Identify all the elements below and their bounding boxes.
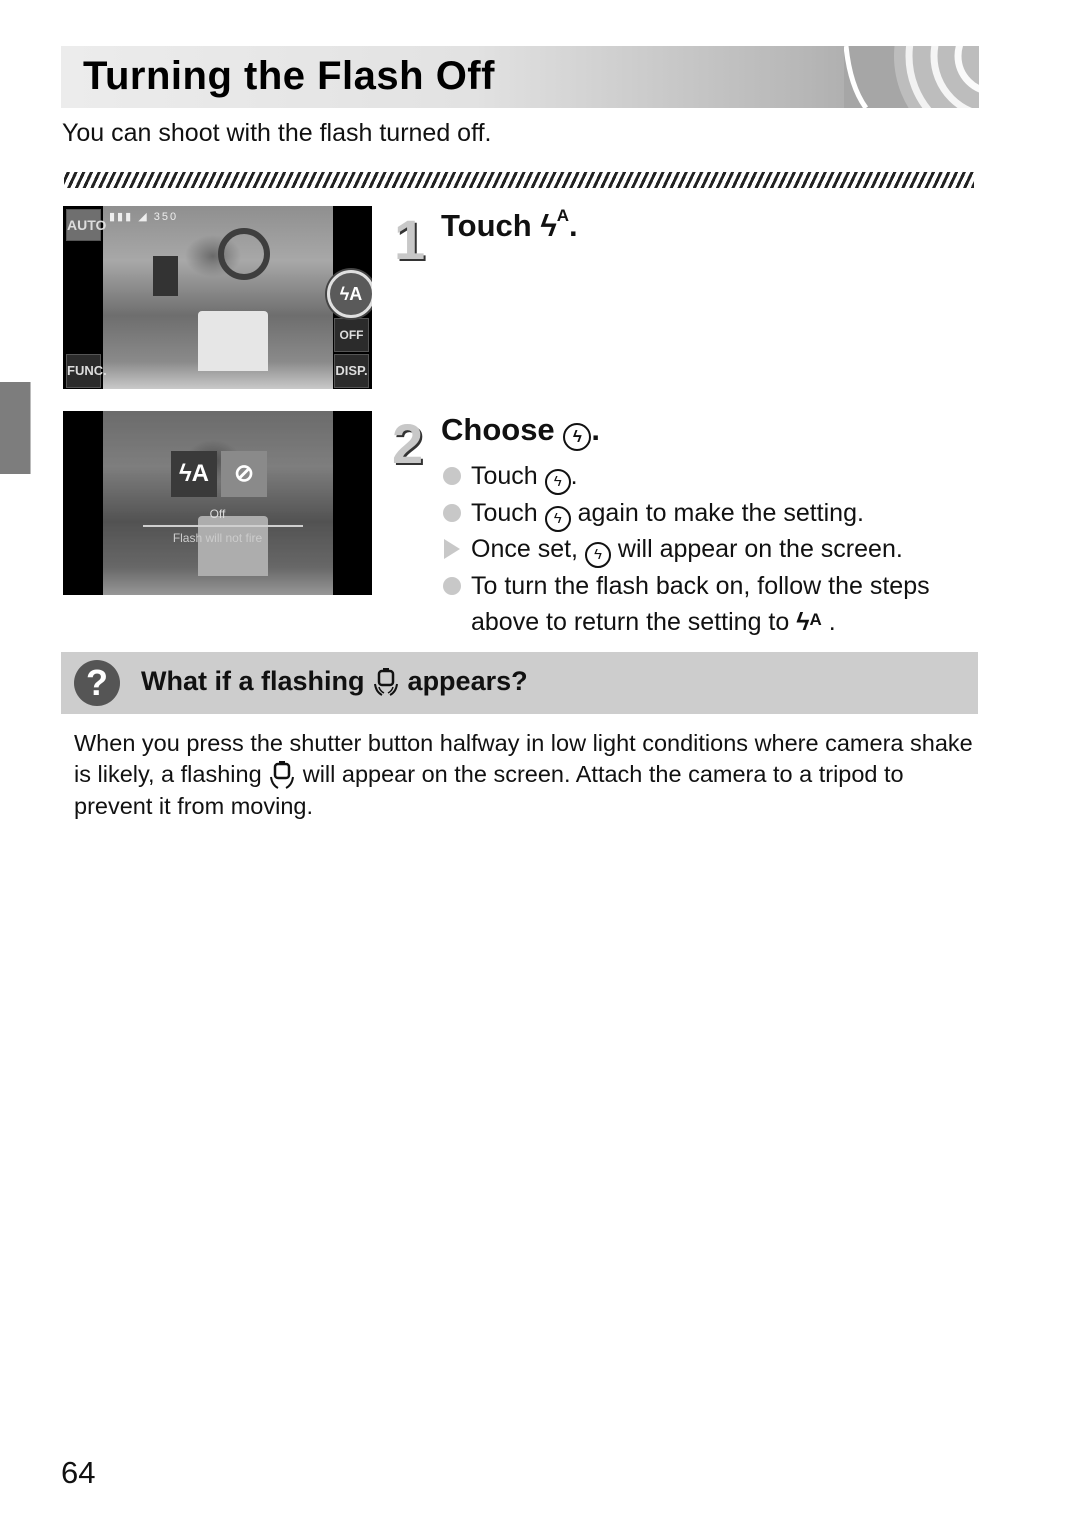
faq-body: When you press the shutter button halfwa… <box>74 730 973 819</box>
step-2-heading: Choose ϟ. <box>441 412 600 451</box>
flash-off-icon: ϟ <box>544 505 571 532</box>
flash-off-option-icon: ⊘ <box>221 451 267 497</box>
circular-wave-decoration-icon <box>844 46 979 108</box>
off-button: OFF <box>334 318 369 352</box>
menu-divider <box>143 525 303 527</box>
camera-screen-shooting: ▮▮▮ ◢ 350 AUTO FUNC. OFF DISP. ϟA <box>63 206 372 389</box>
page-title: Turning the Flash Off <box>83 54 495 98</box>
step-2-instructions: Touch ϟ. Touch ϟ again to make the setti… <box>441 458 1001 641</box>
step-number-1: 1 <box>394 208 426 271</box>
func-button: FUNC. <box>66 354 107 388</box>
auto-mode-button: AUTO <box>66 209 106 241</box>
flash-auto-icon: ϟA <box>796 608 822 636</box>
page-number: 64 <box>61 1455 96 1490</box>
faq-title: What if a flashing appears? <box>141 666 528 696</box>
wreath <box>218 228 270 280</box>
camera-screen-flash-menu: ϟA ⊘ Off Flash will not fire <box>63 411 372 595</box>
mode-description: Flash will not fire <box>172 531 263 545</box>
question-icon: ? <box>74 660 120 706</box>
section-divider <box>64 172 974 188</box>
bullet-dot-icon <box>443 467 461 485</box>
result-arrow-icon <box>444 539 460 559</box>
step-2-text: Choose <box>441 412 555 447</box>
flash-off-icon: ϟ <box>544 469 571 495</box>
scene-photo <box>103 206 333 389</box>
instruction-item: Touch ϟ again to make the setting. <box>441 495 1001 532</box>
flash-auto-icon: ϟA <box>327 270 372 318</box>
scene-photo <box>103 411 333 595</box>
camera-shake-icon <box>270 760 295 789</box>
instruction-item: To turn the flash back on, follow the st… <box>441 568 1001 641</box>
flash-auto-option-icon: ϟA <box>171 451 217 497</box>
flash-off-icon: ϟ <box>584 542 611 568</box>
step-number-2: 2 <box>392 412 424 475</box>
table <box>198 311 268 371</box>
disp-button: DISP. <box>334 354 369 388</box>
status-icons: ▮▮▮ ◢ 350 <box>109 211 179 223</box>
camera-shake-icon <box>374 667 399 696</box>
instruction-item: Touch ϟ. <box>441 458 1001 495</box>
chapter-tab <box>0 382 31 474</box>
mirror <box>153 256 178 296</box>
intro-text: You can shoot with the flash turned off. <box>62 119 492 147</box>
period: . <box>591 412 600 447</box>
mode-name: Off <box>209 507 226 521</box>
period: . <box>569 208 578 243</box>
bullet-dot-icon <box>443 503 461 522</box>
flash-auto-icon: ϟA <box>540 206 570 243</box>
step-1-text: Touch <box>441 208 532 243</box>
title-banner: Turning the Flash Off <box>61 46 979 108</box>
bullet-dot-icon <box>443 576 461 595</box>
flash-off-icon: ϟ <box>563 423 592 451</box>
instruction-result: Once set, ϟ will appear on the screen. <box>441 531 1001 568</box>
step-1-heading: Touch ϟA. <box>441 206 578 244</box>
faq-header: ? What if a flashing appears? <box>61 652 978 714</box>
